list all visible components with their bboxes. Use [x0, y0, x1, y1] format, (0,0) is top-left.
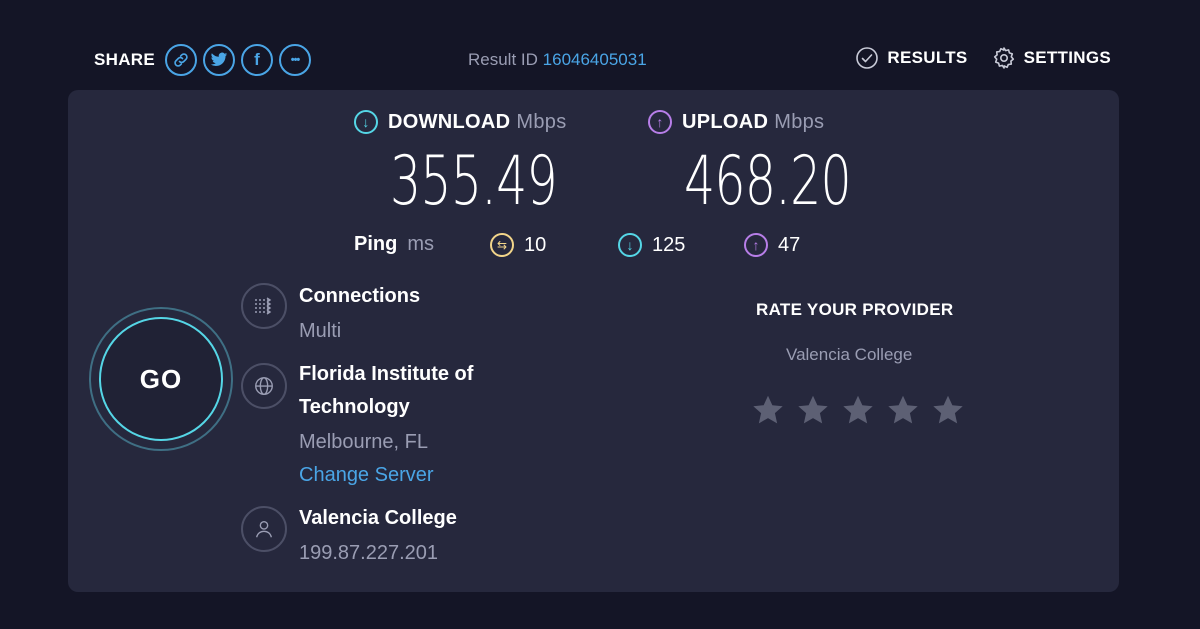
ping-idle: ⇆ 10 [490, 233, 546, 257]
download-label: DOWNLOAD [388, 110, 511, 133]
ping-upload-value: 47 [778, 233, 801, 256]
upload-label: UPLOAD [682, 110, 769, 133]
star-icon-1[interactable] [750, 392, 786, 428]
upload-value: 468.20 [684, 142, 852, 221]
rate-provider-title: RATE YOUR PROVIDER [756, 300, 954, 319]
result-id: Result ID 16046405031 [468, 50, 647, 70]
star-rating [750, 392, 966, 428]
download-metric: ↓ DOWNLOAD Mbps 355.49 [354, 110, 622, 221]
provider-ip: 199.87.227.201 [299, 542, 439, 564]
share-facebook-button[interactable]: f [241, 44, 274, 76]
download-arrow-icon: ↓ [354, 110, 378, 134]
globe-icon [241, 363, 287, 409]
user-icon [241, 506, 287, 552]
go-button[interactable]: GO [99, 317, 223, 441]
server-name-line2: Technology [299, 396, 410, 418]
share-more-button[interactable]: ••• [279, 44, 312, 76]
share-twitter-button[interactable] [203, 44, 236, 76]
upload-metric: ↑ UPLOAD Mbps 468.20 [648, 110, 916, 221]
ping-download: ↓ 125 [618, 233, 685, 257]
star-icon-5[interactable] [930, 392, 966, 428]
ping-unit: ms [407, 233, 435, 255]
connections-title: Connections [299, 285, 421, 307]
download-header: ↓ DOWNLOAD Mbps [354, 110, 622, 134]
ping-download-value: 125 [652, 233, 686, 256]
download-value: 355.49 [390, 142, 558, 221]
ping-upload: ↑ 47 [744, 233, 800, 257]
share-label: SHARE [94, 50, 156, 69]
twitter-icon [210, 52, 228, 67]
result-id-label: Result ID [468, 50, 538, 69]
download-unit: Mbps [516, 110, 567, 133]
link-icon [174, 53, 188, 67]
results-label: RESULTS [887, 48, 968, 67]
server-name-line1: Florida Institute of [299, 363, 474, 385]
more-icon: ••• [290, 54, 301, 66]
results-panel: ↓ DOWNLOAD Mbps 355.49 ↑ UPLOAD Mbps 468… [68, 90, 1119, 592]
upload-unit: Mbps [774, 110, 825, 133]
star-icon-3[interactable] [840, 392, 876, 428]
star-icon-2[interactable] [795, 392, 831, 428]
check-circle-icon [856, 47, 879, 69]
ping-idle-value: 10 [524, 233, 547, 256]
top-nav: RESULTS SETTINGS [855, 46, 1111, 70]
top-bar: SHARE f ••• Result ID 16046405031 RESULT… [0, 0, 1200, 90]
share-bar: SHARE f ••• [94, 44, 312, 76]
settings-label: SETTINGS [1023, 48, 1111, 67]
ping-label: Ping [354, 233, 398, 255]
upload-arrow-icon: ↑ [648, 110, 672, 134]
star-icon-4[interactable] [885, 392, 921, 428]
results-button[interactable]: RESULTS [855, 46, 967, 70]
gear-icon [993, 47, 1014, 69]
go-button-ring: GO [89, 307, 233, 451]
rate-provider-name: Valencia College [786, 345, 913, 364]
settings-button[interactable]: SETTINGS [992, 46, 1111, 70]
change-server-link[interactable]: Change Server [299, 464, 434, 487]
idle-latency-icon: ⇆ [490, 233, 514, 257]
facebook-icon: f [254, 50, 260, 69]
provider-name: Valencia College [299, 507, 457, 529]
upload-header: ↑ UPLOAD Mbps [648, 110, 916, 134]
connections-icon [241, 283, 287, 329]
connections-value: Multi [299, 320, 342, 342]
share-link-button[interactable] [165, 44, 198, 76]
ping-row: Ping ms ⇆ 10 ↓ 125 ↑ 47 [354, 233, 800, 257]
result-id-link[interactable]: 16046405031 [543, 50, 647, 69]
upload-latency-icon: ↑ [744, 233, 768, 257]
server-location: Melbourne, FL [299, 431, 428, 453]
download-latency-icon: ↓ [618, 233, 642, 257]
